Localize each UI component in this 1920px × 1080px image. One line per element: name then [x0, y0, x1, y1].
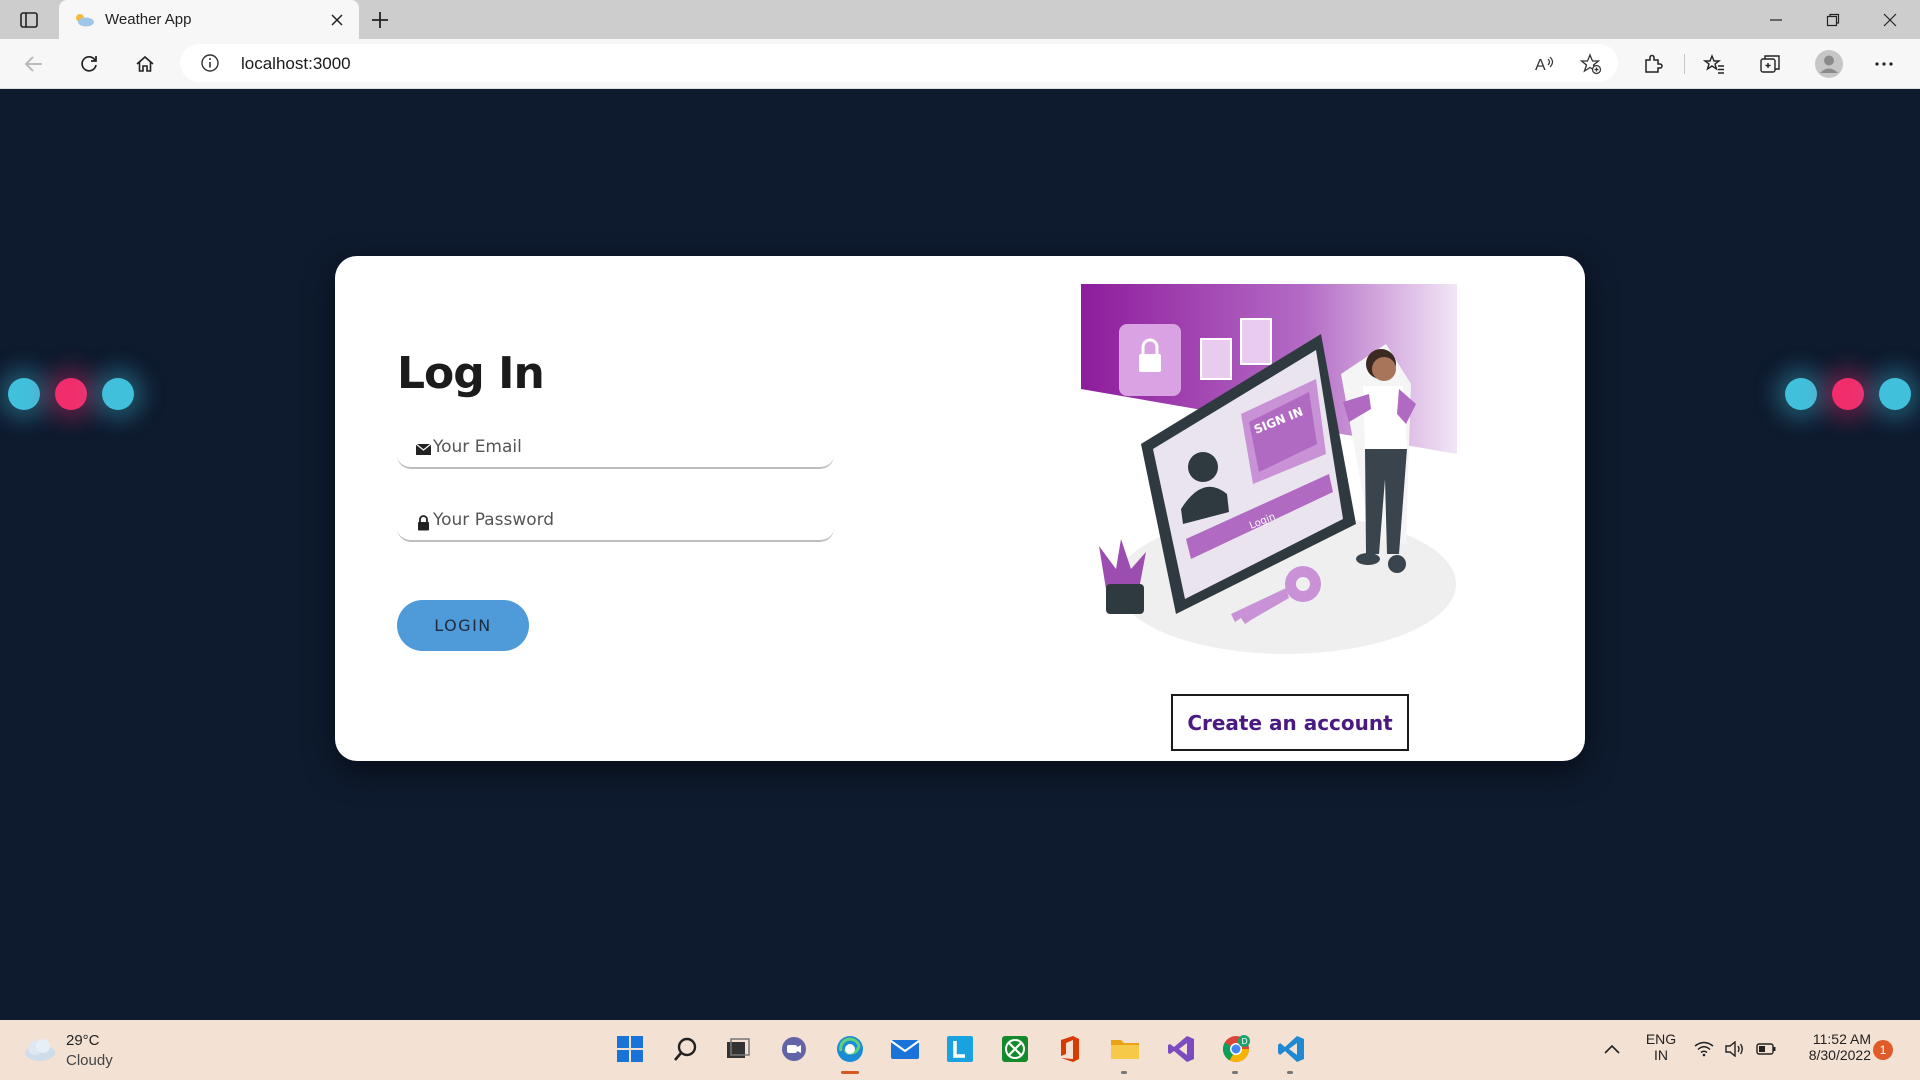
lock-icon — [418, 515, 429, 531]
add-favorite-icon[interactable] — [1580, 53, 1602, 75]
taskbar: 29°C Cloudy D ENG IN 11:52 AM 8/30/2022 … — [0, 1020, 1920, 1080]
linkedin-learning-icon[interactable] — [944, 1033, 976, 1065]
create-account-button[interactable]: Create an account — [1171, 694, 1409, 751]
decorative-dots-left — [8, 378, 134, 410]
search-icon[interactable] — [670, 1033, 702, 1065]
clock-date: 8/30/2022 — [1808, 1047, 1871, 1063]
show-hidden-icons-chevron-icon[interactable] — [1601, 1033, 1623, 1065]
svg-text:A: A — [1535, 57, 1546, 74]
tab-title: Weather App — [105, 11, 192, 28]
notification-badge[interactable]: 1 — [1873, 1040, 1893, 1060]
decorative-dots-right — [1785, 378, 1911, 410]
email-field — [397, 425, 834, 469]
weather-condition: Cloudy — [66, 1052, 113, 1069]
running-app-indicator — [1287, 1071, 1293, 1074]
browser-tab-strip: Weather App — [0, 0, 1920, 39]
xbox-icon[interactable] — [999, 1033, 1031, 1065]
login-card: Log In LOGIN — [335, 256, 1585, 761]
login-button[interactable]: LOGIN — [397, 600, 529, 651]
url-text[interactable]: localhost:3000 — [241, 54, 351, 74]
favorites-icon[interactable] — [1702, 52, 1726, 76]
region-code: IN — [1654, 1047, 1668, 1063]
site-info-icon[interactable] — [200, 53, 220, 73]
active-app-indicator — [841, 1071, 859, 1074]
sign-in-illustration: SIGN IN Login — [1081, 284, 1457, 654]
dot-blue — [1879, 378, 1911, 410]
profile-avatar-icon[interactable] — [1814, 49, 1844, 79]
task-view-icon[interactable] — [722, 1033, 754, 1065]
weather-widget[interactable]: 29°C Cloudy — [22, 1030, 142, 1072]
page-title: Log In — [397, 348, 545, 399]
running-app-indicator — [1232, 1071, 1238, 1074]
svg-text:D: D — [1242, 1037, 1248, 1046]
minimize-icon[interactable] — [1764, 8, 1788, 32]
collections-icon[interactable] — [1758, 52, 1782, 76]
weather-temperature: 29°C — [66, 1032, 100, 1049]
new-tab-icon[interactable] — [368, 8, 392, 32]
browser-toolbar: localhost:3000 A — [0, 39, 1920, 89]
browser-tab-active[interactable]: Weather App — [59, 0, 359, 39]
vscode-icon[interactable] — [1275, 1033, 1307, 1065]
language-indicator[interactable]: ENG IN — [1643, 1031, 1679, 1063]
email-input[interactable] — [433, 431, 823, 463]
file-explorer-icon[interactable] — [1109, 1033, 1141, 1065]
address-bar[interactable]: localhost:3000 A — [180, 44, 1618, 82]
battery-icon[interactable] — [1755, 1033, 1777, 1065]
running-app-indicator — [1121, 1071, 1127, 1074]
close-window-icon[interactable] — [1878, 8, 1902, 32]
clock-time: 11:52 AM — [1812, 1031, 1871, 1047]
language-code: ENG — [1645, 1031, 1677, 1047]
back-arrow-icon[interactable] — [22, 52, 46, 76]
toolbar-divider — [1684, 54, 1685, 74]
page-content: Log In LOGIN — [0, 89, 1920, 1020]
cloud-icon — [25, 1039, 55, 1061]
home-icon[interactable] — [133, 52, 157, 76]
dot-blue — [1785, 378, 1817, 410]
edge-browser-icon[interactable] — [834, 1033, 866, 1065]
extensions-icon[interactable] — [1641, 52, 1665, 76]
tab-close-icon[interactable] — [327, 10, 347, 30]
dot-pink — [1832, 378, 1864, 410]
chrome-icon[interactable]: D — [1220, 1033, 1252, 1065]
start-windows-icon[interactable] — [614, 1033, 646, 1065]
restore-icon[interactable] — [1821, 8, 1845, 32]
office-icon[interactable] — [1054, 1033, 1086, 1065]
read-aloud-icon[interactable]: A — [1534, 53, 1556, 75]
weather-favicon-icon — [76, 13, 94, 26]
more-options-icon[interactable] — [1872, 52, 1896, 76]
password-field — [397, 498, 834, 542]
password-input[interactable] — [433, 504, 823, 536]
envelope-icon — [415, 443, 432, 455]
wifi-icon[interactable] — [1693, 1033, 1715, 1065]
dot-blue — [8, 378, 40, 410]
clock[interactable]: 11:52 AM 8/30/2022 — [1791, 1031, 1871, 1063]
tab-actions-icon[interactable] — [18, 9, 40, 31]
dot-blue — [102, 378, 134, 410]
volume-icon[interactable] — [1724, 1033, 1746, 1065]
chat-icon[interactable] — [778, 1033, 810, 1065]
refresh-icon[interactable] — [77, 52, 101, 76]
dot-pink — [55, 378, 87, 410]
mail-icon[interactable] — [889, 1033, 921, 1065]
visual-studio-icon[interactable] — [1165, 1033, 1197, 1065]
